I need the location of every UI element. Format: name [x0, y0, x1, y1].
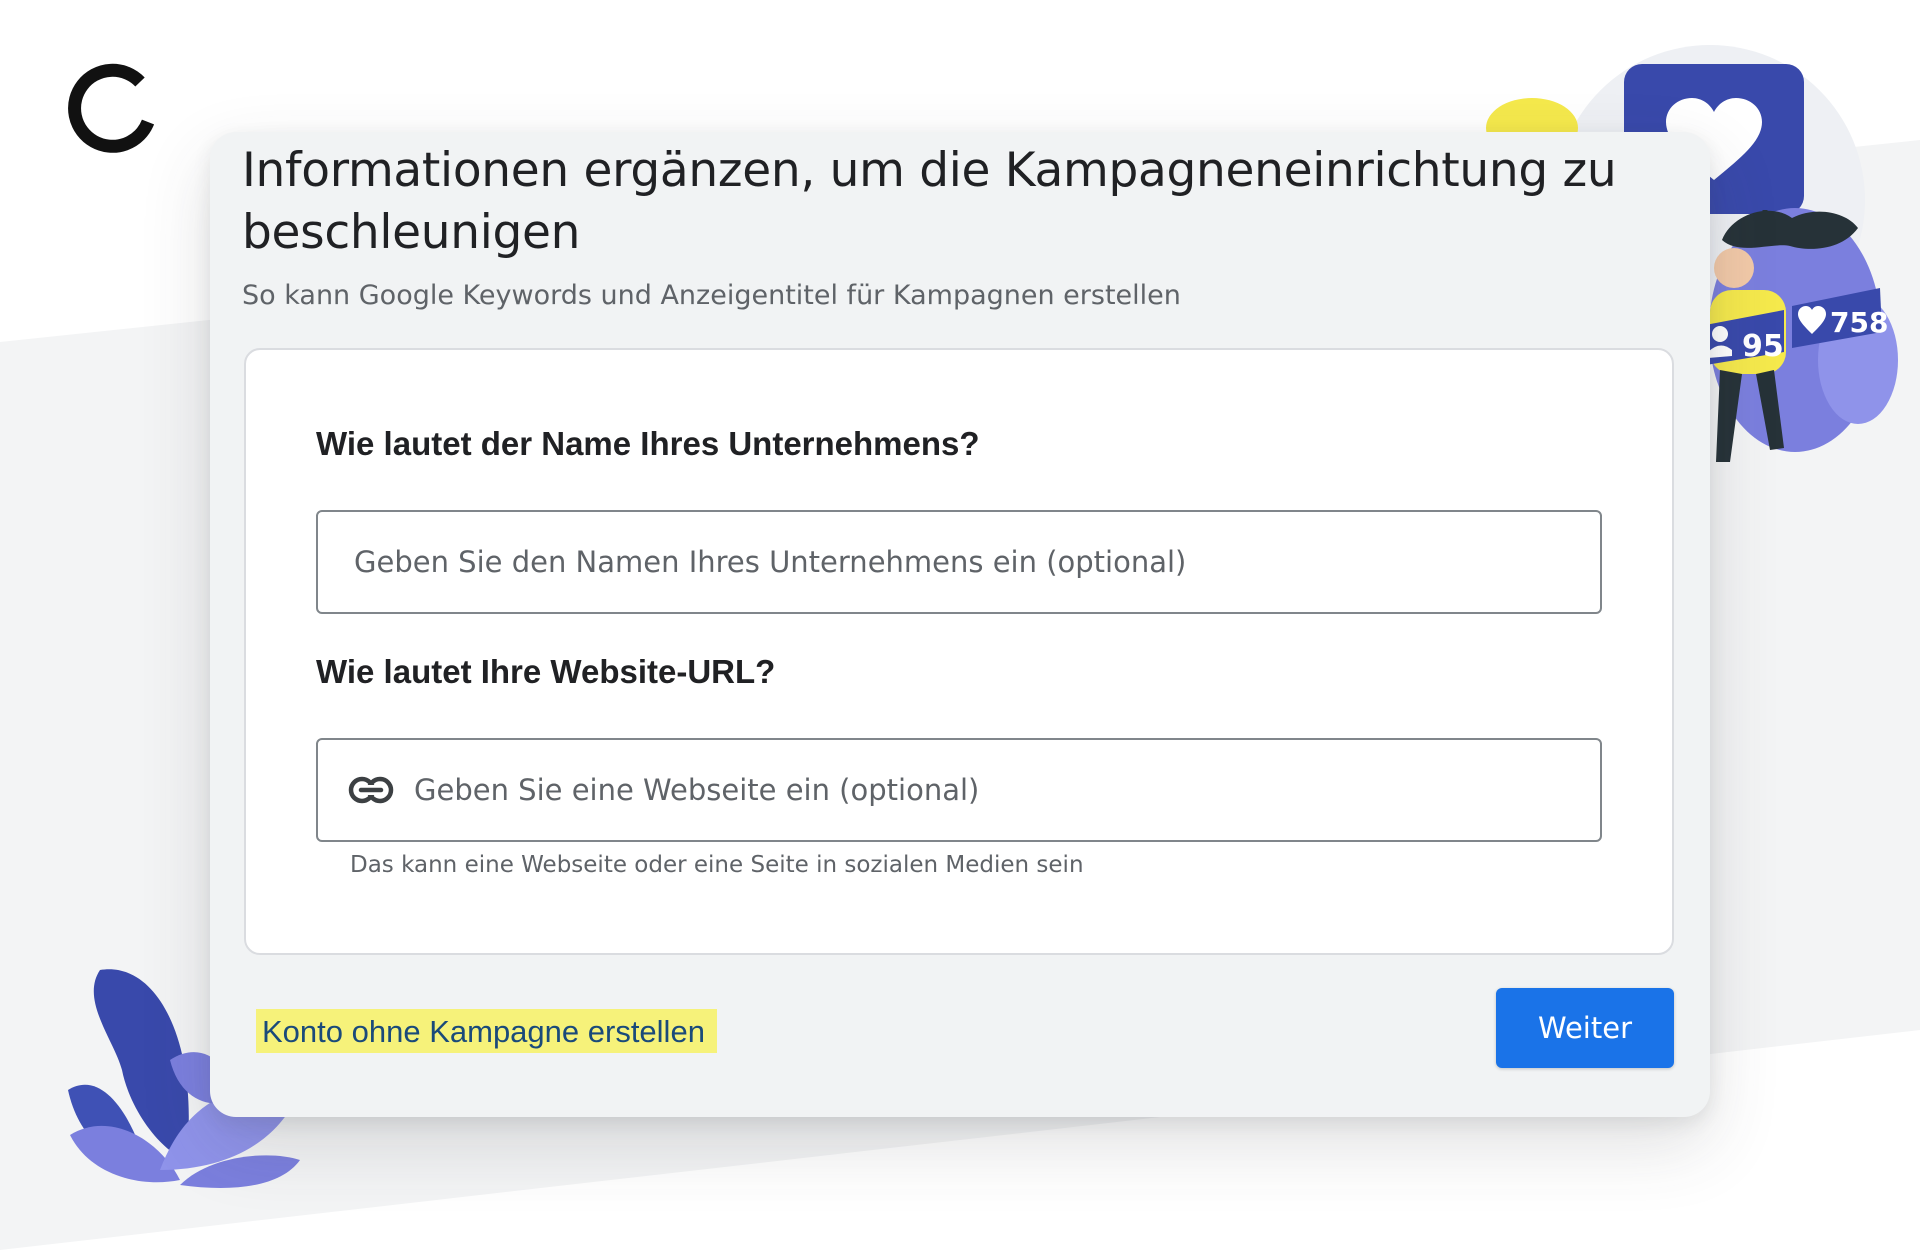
dialog-subtitle: So kann Google Keywords und Anzeigentite… [242, 280, 1181, 311]
followers-count: 95 [1742, 329, 1784, 364]
spinner-arc-icon [68, 63, 155, 153]
campaign-setup-dialog: Informationen ergänzen, um die Kampagnen… [210, 132, 1710, 1117]
next-button[interactable]: Weiter [1496, 988, 1674, 1068]
website-url-label: Wie lautet Ihre Website-URL? [316, 653, 776, 690]
likes-count: 758 [1830, 306, 1888, 339]
link-icon [348, 776, 394, 804]
business-info-form: Wie lautet der Name Ihres Unternehmens? … [244, 348, 1674, 955]
page-canvas: 95 758 Informationen ergänzen, um die Ka… [0, 0, 1920, 1250]
website-url-input[interactable] [414, 740, 1600, 840]
business-name-input[interactable] [354, 512, 1600, 612]
website-helper-text: Das kann eine Webseite oder eine Seite i… [350, 852, 1084, 878]
website-url-field[interactable] [316, 738, 1602, 842]
dialog-title: Informationen ergänzen, um die Kampagnen… [242, 143, 1617, 260]
create-account-without-campaign-link[interactable]: Konto ohne Kampagne erstellen [256, 1009, 717, 1053]
business-name-label: Wie lautet der Name Ihres Unternehmens? [316, 425, 980, 462]
business-name-field[interactable] [316, 510, 1602, 614]
